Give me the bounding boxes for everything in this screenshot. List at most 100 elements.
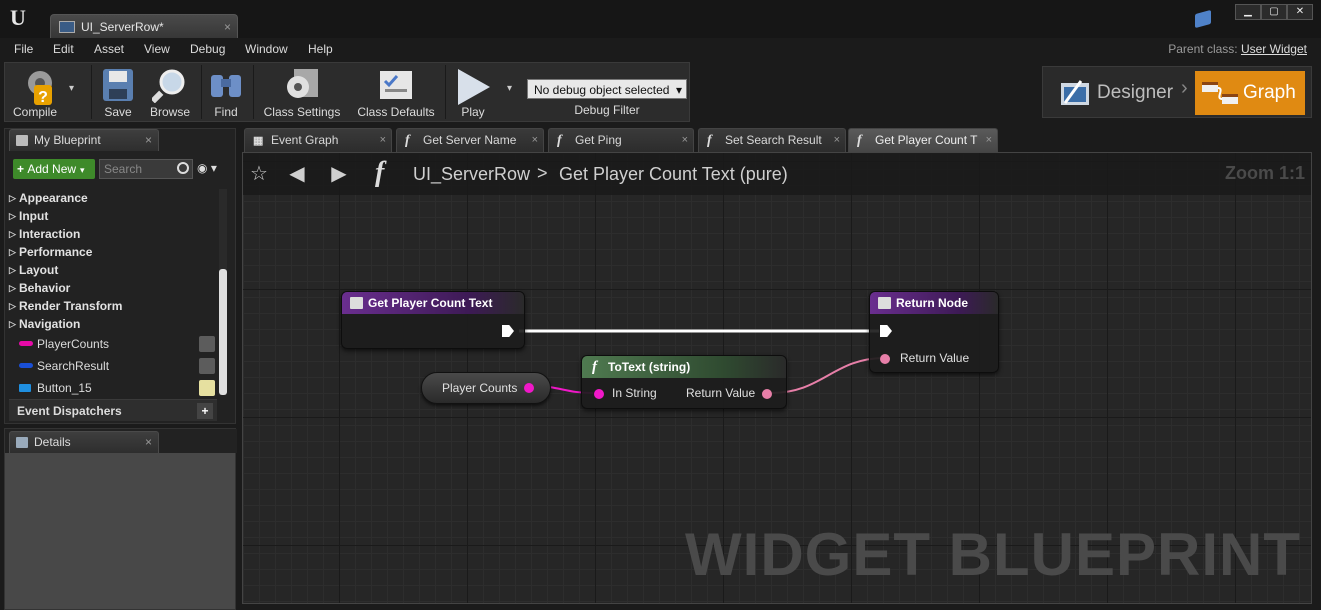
function-icon: f: [557, 133, 562, 148]
compile-dropdown-icon[interactable]: ▾: [69, 83, 74, 94]
variable-item[interactable]: Button_15: [9, 377, 217, 399]
function-entry-node[interactable]: Get Player Count Text: [341, 291, 525, 349]
totext-node[interactable]: f ToText (string) In String Return Value: [581, 355, 787, 409]
category-navigation[interactable]: Navigation: [9, 315, 217, 333]
text-wire: [770, 357, 886, 394]
variable-item[interactable]: SearchResult: [9, 355, 217, 377]
tab-event-graph[interactable]: ▦ Event Graph ×: [244, 128, 392, 152]
debug-filter-label: Debug Filter: [574, 103, 640, 117]
tab-label: Get Ping: [575, 133, 622, 147]
menu-file[interactable]: File: [14, 42, 33, 56]
exec-out-pin[interactable]: [502, 325, 514, 337]
designer-label: Designer: [1097, 82, 1174, 103]
maximize-button[interactable]: ▢: [1261, 4, 1287, 20]
close-tab-icon[interactable]: ×: [834, 129, 840, 152]
menu-window[interactable]: Window: [245, 42, 288, 56]
category-appearance[interactable]: Appearance: [9, 189, 217, 207]
add-dispatcher-icon[interactable]: +: [197, 403, 213, 419]
menu-asset[interactable]: Asset: [94, 42, 124, 56]
menu-edit[interactable]: Edit: [53, 42, 74, 56]
variable-item[interactable]: PlayerCounts: [9, 333, 217, 355]
return-node[interactable]: Return Node Return Value: [869, 291, 999, 373]
tab-get-server-name[interactable]: f Get Server Name ×: [396, 128, 544, 152]
category-input[interactable]: Input: [9, 207, 217, 225]
parent-class-link[interactable]: User Widget: [1241, 42, 1307, 56]
close-tab-icon[interactable]: ×: [986, 129, 992, 152]
variable-out-pin[interactable]: [524, 383, 534, 393]
class-defaults-button[interactable]: Class Defaults: [353, 63, 439, 121]
category-behavior[interactable]: Behavior: [9, 279, 217, 297]
tab-label: Set Search Result: [725, 133, 822, 147]
save-label: Save: [104, 105, 132, 119]
help-icon[interactable]: [1195, 9, 1211, 29]
minimize-button[interactable]: ▁: [1235, 4, 1261, 20]
tab-set-search-result[interactable]: f Set Search Result ×: [698, 128, 846, 152]
close-tab-icon[interactable]: ×: [682, 129, 688, 152]
visibility-open-icon[interactable]: [199, 380, 215, 396]
node-function-icon: [350, 297, 363, 309]
close-window-button[interactable]: ✕: [1287, 4, 1313, 20]
close-tab-icon[interactable]: ×: [380, 129, 386, 152]
find-button[interactable]: Find: [205, 63, 247, 121]
category-layout[interactable]: Layout: [9, 261, 217, 279]
node-title: Get Player Count Text: [368, 296, 493, 310]
document-tab[interactable]: UI_ServerRow* ×: [50, 14, 238, 40]
search-placeholder: Search: [104, 162, 143, 176]
close-tab-icon[interactable]: ×: [224, 15, 231, 39]
return-value-pin[interactable]: [880, 354, 890, 364]
blueprint-search-input[interactable]: Search: [99, 159, 193, 179]
window-controls: ▁ ▢ ✕: [1235, 4, 1313, 20]
compile-button[interactable]: ? Compile ▾: [7, 63, 77, 121]
category-render-transform[interactable]: Render Transform: [9, 297, 217, 315]
debug-object-select[interactable]: No debug object selected: [527, 79, 687, 100]
variable-name: SearchResult: [37, 359, 110, 373]
menu-view[interactable]: View: [144, 42, 170, 56]
close-tab-icon[interactable]: ×: [532, 129, 538, 152]
view-options-button[interactable]: ◉ ▾: [197, 161, 229, 177]
category-performance[interactable]: Performance: [9, 243, 217, 261]
tab-get-ping[interactable]: f Get Ping ×: [548, 128, 694, 152]
book-icon: [16, 135, 28, 146]
node-header: Return Node: [870, 292, 998, 314]
close-my-blueprint-icon[interactable]: ×: [145, 130, 152, 151]
graph-tab-strip: ▦ Event Graph × f Get Server Name × f Ge…: [242, 128, 1312, 152]
info-icon: [16, 437, 28, 448]
category-interaction[interactable]: Interaction: [9, 225, 217, 243]
designer-mode-button[interactable]: Designer: [1051, 71, 1191, 115]
struct-type-icon: [19, 363, 33, 368]
designer-icon: [1061, 80, 1089, 105]
title-bar: U UI_ServerRow* × ▁ ▢ ✕: [0, 0, 1321, 40]
save-button[interactable]: Save: [97, 63, 139, 121]
close-details-icon[interactable]: ×: [145, 432, 152, 453]
tree-scrollbar-thumb[interactable]: [219, 269, 227, 395]
menu-debug[interactable]: Debug: [190, 42, 225, 56]
svg-text:?: ?: [38, 89, 48, 106]
eye-icon: ◉: [197, 161, 208, 175]
my-blueprint-tab[interactable]: My Blueprint ×: [9, 129, 159, 151]
exec-in-pin[interactable]: [880, 325, 892, 337]
add-new-button[interactable]: + Add New ▾: [13, 159, 95, 179]
visibility-closed-icon[interactable]: [199, 336, 215, 352]
graph-canvas[interactable]: ☆ ◀ ▶ f UI_ServerRow > Get Player Count …: [242, 152, 1312, 604]
class-settings-gear-icon: [287, 69, 318, 98]
node-title: Return Node: [896, 296, 968, 310]
details-tab[interactable]: Details ×: [9, 431, 159, 453]
play-options-dropdown-icon[interactable]: ▾: [507, 83, 512, 94]
variable-name: PlayerCounts: [37, 337, 110, 351]
visibility-closed-icon[interactable]: [199, 358, 215, 374]
in-string-pin[interactable]: [594, 389, 604, 399]
event-dispatchers-section[interactable]: Event Dispatchers +: [9, 399, 217, 421]
class-settings-button[interactable]: Class Settings: [259, 63, 345, 121]
widget-blueprint-watermark: WIDGET BLUEPRINT: [685, 521, 1301, 588]
get-player-counts-node[interactable]: Player Counts: [421, 372, 551, 404]
search-icon: [177, 162, 189, 174]
pin-label: Return Value: [900, 351, 970, 365]
tab-get-player-count-text[interactable]: f Get Player Count T ×: [848, 128, 998, 152]
unreal-logo-icon[interactable]: U: [6, 6, 30, 30]
play-button[interactable]: Play: [449, 63, 497, 121]
graph-mode-button[interactable]: Graph: [1195, 71, 1305, 115]
plus-icon: +: [17, 162, 28, 176]
return-value-out-pin[interactable]: [762, 389, 772, 399]
browse-button[interactable]: Browse: [145, 63, 195, 121]
menu-help[interactable]: Help: [308, 42, 333, 56]
